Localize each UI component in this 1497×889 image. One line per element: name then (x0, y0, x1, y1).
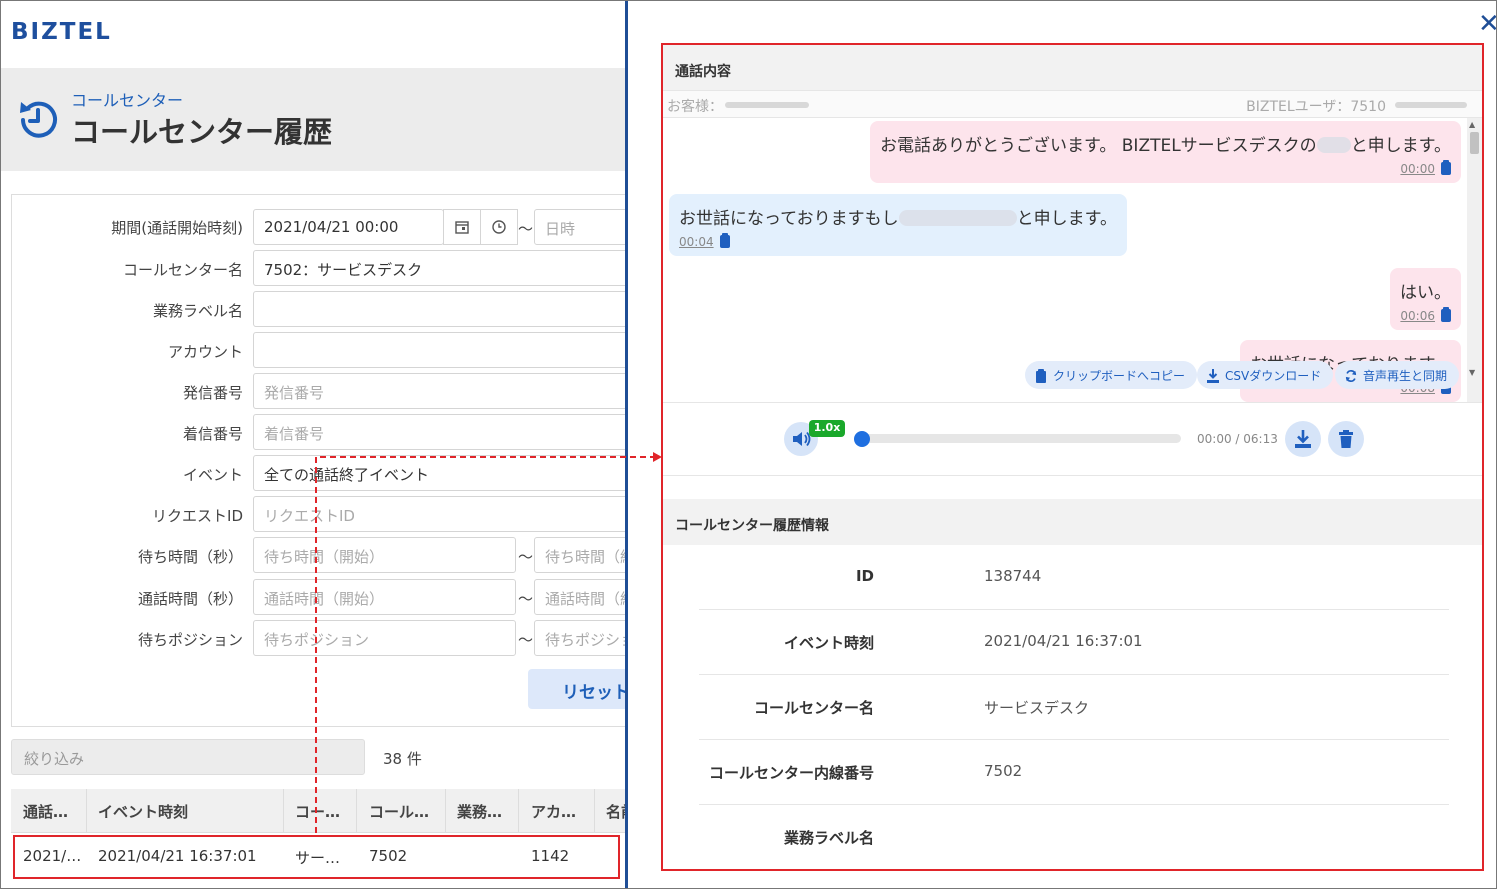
calendar-button[interactable] (443, 209, 481, 245)
calendar-icon (455, 221, 469, 234)
caller-number-label: 発信番号 (182, 384, 243, 402)
column-divider (283, 789, 284, 833)
highlight-outline (13, 835, 620, 879)
wait-position-label: 待ちポジション (137, 631, 243, 649)
column-header[interactable]: 通話… (23, 801, 68, 822)
callcenter-label: コールセンター名 (122, 261, 243, 279)
biztel-logo[interactable]: BIZTEL (11, 19, 112, 45)
annotation-arrow (315, 452, 662, 833)
task-label-input[interactable] (253, 291, 627, 327)
callee-number-label: 着信番号 (182, 425, 243, 443)
page-title: コールセンター履歴 (71, 115, 333, 149)
caller-number-input[interactable]: 発信番号 (253, 373, 627, 409)
column-divider (86, 789, 87, 833)
account-input[interactable] (253, 332, 627, 368)
time-button[interactable] (480, 209, 518, 245)
task-label-label: 業務ラベル名 (152, 302, 243, 320)
callcenter-select[interactable]: 7502：サービスデスク (253, 250, 627, 286)
request-id-label: リクエストID (152, 507, 243, 525)
wait-time-label: 待ち時間（秒） (137, 548, 243, 566)
period-start-input[interactable]: 2021/04/21 00:00 (253, 209, 444, 245)
clock-icon (492, 220, 506, 234)
period-label: 期間(通話開始時刻) (111, 219, 243, 237)
talk-time-label: 通話時間（秒） (137, 590, 243, 608)
page-subtitle[interactable]: コールセンター (71, 87, 183, 111)
history-clock-icon (20, 101, 57, 138)
highlight-outline (661, 43, 1484, 871)
close-icon[interactable]: ✕ (1478, 9, 1496, 39)
account-label: アカウント (167, 343, 243, 361)
range-separator: ～ (518, 220, 534, 238)
period-end-input[interactable]: 日時 (534, 209, 627, 245)
column-header[interactable]: イベント時刻 (98, 801, 188, 822)
screenshot-frame: BIZTEL コールセンター コールセンター履歴 期間(通話開始時刻) 2021… (0, 0, 1497, 889)
event-label: イベント (182, 466, 243, 484)
